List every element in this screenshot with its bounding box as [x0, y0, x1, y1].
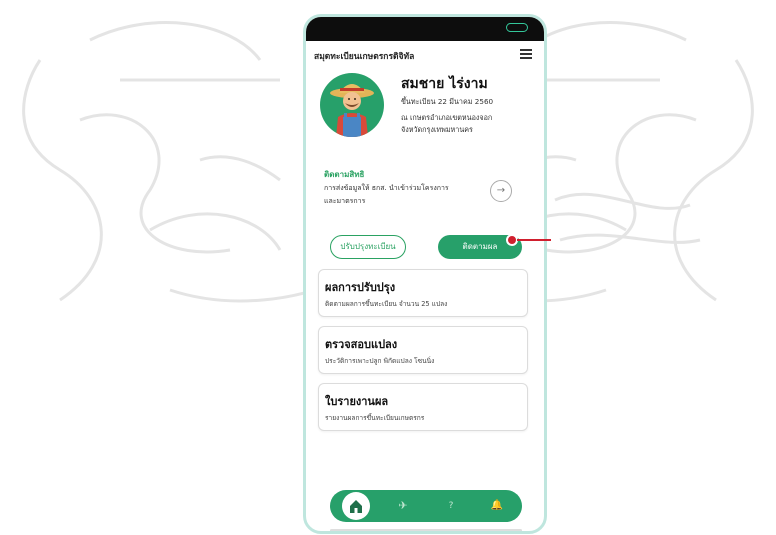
update-result-card[interactable]: ผลการปรับปรุง ติดตามผลการขึ้นทะเบียน จำน…	[318, 269, 528, 317]
report-card[interactable]: ใบรายงานผล รายงานผลการขึ้นทะเบียนเกษตรกร	[318, 383, 528, 431]
registration-date: ขึ้นทะเบียน 22 มีนาคม 2560	[401, 97, 494, 106]
home-icon[interactable]	[338, 490, 372, 522]
help-icon[interactable]: ?	[434, 490, 468, 522]
farmer-name: สมชาย ไร่งาม	[401, 76, 488, 92]
inspect-plot-card[interactable]: ตรวจสอบแปลง ประวัติการเพาะปลูก พิกัดแปลง…	[318, 326, 528, 374]
camera-icon	[506, 23, 528, 32]
app-header: สมุดทะเบียนเกษตรกรดิจิทัล	[306, 47, 544, 71]
phone-frame: สมุดทะเบียนเกษตรกรดิจิทัล สมชาย ไร่งาม ข…	[303, 14, 547, 534]
farmer-avatar	[320, 73, 384, 137]
card-subtitle: รายงานผลการขึ้นทะเบียนเกษตรกร	[325, 414, 425, 422]
annotation-pointer-line	[517, 239, 551, 242]
menu-icon[interactable]	[520, 49, 532, 59]
registration-province: จังหวัดกรุงเทพมหานคร	[401, 125, 473, 134]
bottom-navigation: ✈ ? 🔔	[330, 490, 522, 522]
follow-rights-desc-2: และมาตรการ	[324, 197, 366, 205]
card-subtitle: ติดตามผลการขึ้นทะเบียน จำนวน 25 แปลง	[325, 300, 448, 308]
follow-rights-desc: การส่งข้อมูลให้ ธกส. นำเข้าร่วมโครงการ	[324, 184, 449, 192]
follow-rights-title: ติดตามสิทธิ	[324, 170, 365, 179]
bell-icon[interactable]: 🔔	[480, 490, 514, 522]
card-title: ใบรายงานผล	[325, 395, 389, 408]
send-icon[interactable]: ✈	[386, 490, 420, 522]
app-title: สมุดทะเบียนเกษตรกรดิจิทัล	[314, 52, 415, 62]
card-subtitle: ประวัติการเพาะปลูก พิกัดแปลง โซนนิ่ง	[325, 357, 435, 365]
status-bar	[306, 17, 544, 41]
arrow-right-icon[interactable]: →	[490, 180, 512, 202]
registration-office: ณ เกษตรอำเภอเขตหนองจอก	[401, 113, 493, 122]
card-title: ตรวจสอบแปลง	[325, 338, 398, 351]
card-title: ผลการปรับปรุง	[325, 281, 396, 294]
update-registration-button[interactable]: ปรับปรุงทะเบียน	[330, 235, 406, 259]
